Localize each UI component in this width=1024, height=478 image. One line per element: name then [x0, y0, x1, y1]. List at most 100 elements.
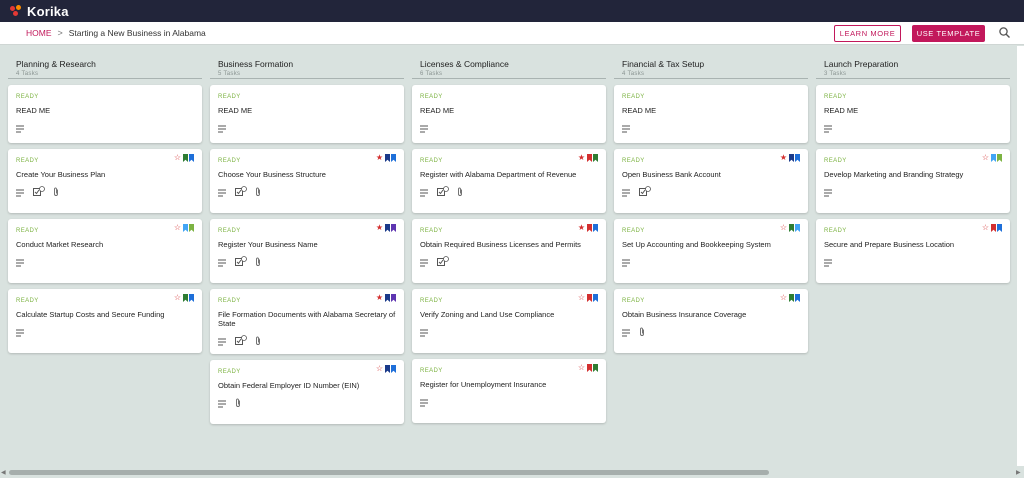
star-filled-icon[interactable]: ★ [376, 294, 383, 302]
task-card[interactable]: READY Secure and Prepare Business Locatio… [816, 219, 1010, 283]
card-icons [218, 398, 396, 410]
column-header[interactable]: Licenses & Compliance 6 Tasks [412, 46, 606, 79]
task-card[interactable]: READY READ ME [816, 85, 1010, 143]
column-header[interactable]: Business Formation 5 Tasks [210, 46, 404, 79]
card-status: READY [420, 158, 443, 164]
bookmark-purple-icon [391, 294, 396, 302]
column-header[interactable]: Financial & Tax Setup 4 Tasks [614, 46, 808, 79]
card-status: READY [218, 158, 241, 164]
breadcrumb-home[interactable]: HOME [26, 28, 52, 38]
star-outline-icon[interactable]: ☆ [376, 365, 383, 373]
star-filled-icon[interactable]: ★ [780, 154, 787, 162]
task-card[interactable]: READY READ ME [412, 85, 606, 143]
star-outline-icon[interactable]: ☆ [578, 294, 585, 302]
notes-icon [420, 184, 437, 202]
checklist-icon [33, 184, 53, 202]
card-status: READY [420, 368, 443, 374]
star-outline-icon[interactable]: ☆ [982, 154, 989, 162]
card-title: READ ME [16, 106, 51, 115]
task-card[interactable]: READY READ ME [8, 85, 202, 143]
task-card[interactable]: READY READ ME [614, 85, 808, 143]
star-filled-icon[interactable]: ★ [578, 154, 585, 162]
bookmark-navy-icon [385, 294, 390, 302]
bookmark-green-icon [593, 364, 598, 372]
bookmark-red-icon [587, 294, 592, 302]
bookmark-lime-icon [997, 154, 1002, 162]
logo-icon [10, 5, 22, 17]
star-outline-icon[interactable]: ☆ [780, 294, 787, 302]
column-task-count: 3 Tasks [824, 71, 847, 77]
task-card[interactable]: READY Register Your Business Name ★ [210, 219, 404, 283]
task-card[interactable]: READY Register for Unemployment Insurance… [412, 359, 606, 423]
card-icons [16, 184, 194, 202]
star-outline-icon[interactable]: ☆ [982, 224, 989, 232]
scroll-left-icon[interactable]: ◀ [1, 469, 6, 476]
bookmark-blue-icon [189, 154, 194, 162]
card-title: Develop Marketing and Branding Strategy [824, 170, 964, 179]
bookmark-green-icon [789, 294, 794, 302]
use-template-button[interactable]: USE TEMPLATE [912, 25, 985, 42]
scrollbar-thumb[interactable] [9, 470, 769, 475]
card-flags: ☆ [982, 224, 1002, 232]
notes-icon [420, 120, 437, 138]
card-status: READY [218, 369, 241, 375]
task-card[interactable]: READY Obtain Required Business Licenses a… [412, 219, 606, 283]
task-card[interactable]: READY Create Your Business Plan ☆ [8, 149, 202, 213]
bookmark-blue-icon [593, 224, 598, 232]
column-header[interactable]: Planning & Research 4 Tasks [8, 46, 202, 79]
search-icon[interactable] [998, 26, 1012, 40]
card-status: READY [824, 158, 847, 164]
card-status: READY [824, 94, 847, 100]
column-4: Launch Preparation 3 Tasks READY READ ME REA… [816, 46, 1010, 289]
star-filled-icon[interactable]: ★ [376, 154, 383, 162]
card-title: Secure and Prepare Business Location [824, 240, 955, 249]
attachment-icon [53, 184, 67, 202]
task-board: Planning & Research 4 Tasks READY READ ME RE… [0, 46, 1024, 466]
card-title: Register for Unemployment Insurance [420, 380, 547, 389]
task-card[interactable]: READY Register with Alabama Department of… [412, 149, 606, 213]
star-filled-icon[interactable]: ★ [578, 224, 585, 232]
notes-icon [824, 254, 841, 272]
breadcrumb: HOME > Starting a New Business in Alabam… [0, 28, 206, 38]
star-outline-icon[interactable]: ☆ [174, 224, 181, 232]
notes-icon [218, 333, 235, 351]
task-card[interactable]: READY Open Business Bank Account ★ [614, 149, 808, 213]
card-icons [218, 123, 396, 135]
scroll-right-icon[interactable]: ▶ [1016, 469, 1021, 476]
card-flags: ★ [780, 154, 800, 162]
task-card[interactable]: READY Verify Zoning and Land Use Complian… [412, 289, 606, 353]
card-title: Open Business Bank Account [622, 170, 721, 179]
notes-icon [16, 254, 33, 272]
star-outline-icon[interactable]: ☆ [578, 364, 585, 372]
app-logo-text[interactable]: Korika [27, 4, 69, 19]
star-filled-icon[interactable]: ★ [376, 224, 383, 232]
column-title: Planning & Research [16, 59, 96, 69]
card-title: Set Up Accounting and Bookkeeping System [622, 240, 771, 249]
task-card[interactable]: READY Develop Marketing and Branding Stra… [816, 149, 1010, 213]
learn-more-button[interactable]: LEARN MORE [834, 25, 901, 42]
task-card[interactable]: READY Obtain Federal Employer ID Number (… [210, 360, 404, 424]
task-card[interactable]: READY Set Up Accounting and Bookkeeping S… [614, 219, 808, 283]
star-outline-icon[interactable]: ☆ [174, 154, 181, 162]
attachment-icon [639, 324, 653, 342]
checklist-icon [235, 254, 255, 272]
task-card[interactable]: READY Obtain Business Insurance Coverage ☆ [614, 289, 808, 353]
notes-icon [824, 120, 841, 138]
task-card[interactable]: READY Conduct Market Research ☆ [8, 219, 202, 283]
task-card[interactable]: READY Choose Your Business Structure ★ [210, 149, 404, 213]
task-card[interactable]: READY File Formation Documents with Alaba… [210, 289, 404, 354]
card-flags: ★ [376, 154, 396, 162]
card-flags: ★ [376, 224, 396, 232]
horizontal-scrollbar[interactable]: ◀ ▶ [0, 468, 1024, 478]
task-card[interactable]: READY READ ME [210, 85, 404, 143]
star-outline-icon[interactable]: ☆ [174, 294, 181, 302]
card-status: READY [16, 158, 39, 164]
card-icons [218, 186, 396, 199]
card-flags: ☆ [982, 154, 1002, 162]
star-outline-icon[interactable]: ☆ [780, 224, 787, 232]
card-status: READY [622, 158, 645, 164]
bookmark-navy-icon [385, 154, 390, 162]
column-2: Licenses & Compliance 6 Tasks READY READ ME… [412, 46, 606, 429]
column-header[interactable]: Launch Preparation 3 Tasks [816, 46, 1010, 79]
task-card[interactable]: READY Calculate Startup Costs and Secure … [8, 289, 202, 353]
